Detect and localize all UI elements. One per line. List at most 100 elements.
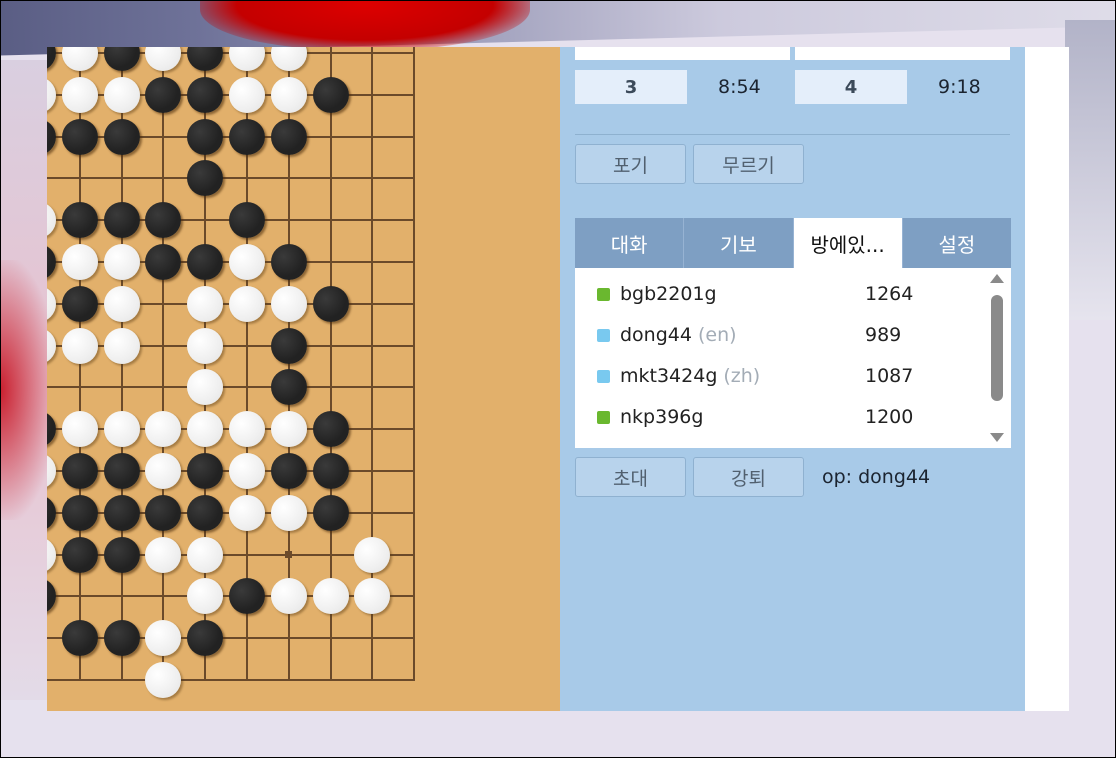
white-stone <box>312 578 349 615</box>
white-stone <box>229 453 265 489</box>
black-stone <box>270 118 307 155</box>
right-margin <box>1025 47 1069 711</box>
player2-clock: 9:18 <box>938 76 981 98</box>
black-stone <box>47 411 56 448</box>
tab-chat[interactable]: 대화 <box>575 218 685 268</box>
grid-line <box>47 637 416 640</box>
divider <box>575 134 1010 135</box>
white-stone <box>145 536 182 573</box>
black-stone <box>103 202 140 239</box>
white-stone <box>270 578 307 615</box>
white-stone <box>270 76 307 113</box>
black-stone <box>103 118 140 155</box>
black-stone <box>103 47 140 71</box>
white-stone <box>187 369 224 406</box>
scrollbar-thumb[interactable] <box>991 295 1003 401</box>
black-stone <box>103 536 140 573</box>
white-stone <box>270 47 307 71</box>
white-stone <box>47 76 56 113</box>
black-stone <box>229 118 265 155</box>
invite-button[interactable]: 초대 <box>575 457 686 497</box>
player2-captures: 4 <box>795 70 907 104</box>
white-stone <box>270 494 307 531</box>
black-stone <box>187 494 224 531</box>
white-stone <box>187 578 224 615</box>
white-stone <box>61 76 98 113</box>
white-stone <box>145 453 182 489</box>
black-stone <box>145 244 182 280</box>
user-rating: 1087 <box>865 365 914 387</box>
white-stone <box>47 285 56 322</box>
tab-settings[interactable]: 설정 <box>902 218 1011 268</box>
resign-button[interactable]: 포기 <box>575 144 686 184</box>
white-stone <box>47 536 56 573</box>
black-stone <box>270 244 307 280</box>
black-stone <box>47 118 56 155</box>
scroll-up-arrow-icon[interactable] <box>990 274 1004 283</box>
player1-name-box <box>575 47 790 60</box>
black-stone <box>312 494 349 531</box>
white-stone <box>145 620 182 657</box>
white-stone <box>61 411 98 448</box>
white-stone <box>187 411 224 448</box>
black-stone <box>145 202 182 239</box>
white-stone <box>229 494 265 531</box>
white-stone <box>145 662 182 698</box>
tab-game-record[interactable]: 기보 <box>684 218 794 268</box>
black-stone <box>61 453 98 489</box>
white-stone <box>229 244 265 280</box>
black-stone <box>187 47 224 71</box>
white-stone <box>103 244 140 280</box>
user-name: nkp396g <box>620 406 704 428</box>
grid-line <box>47 344 416 347</box>
grid-line <box>47 679 416 681</box>
black-stone <box>229 202 265 239</box>
user-name: dong44 <box>620 324 692 346</box>
white-stone <box>229 411 265 448</box>
grid-line <box>413 47 416 681</box>
user-language: (en) <box>697 324 737 346</box>
list-item[interactable]: bgb2201g <box>597 282 717 306</box>
user-rating: 1264 <box>865 283 914 305</box>
white-stone <box>145 47 182 71</box>
list-item[interactable]: dong44 (en) <box>597 323 737 347</box>
black-stone <box>187 620 224 657</box>
white-stone <box>103 285 140 322</box>
black-stone <box>47 494 56 531</box>
side-panel: 3 8:54 4 9:18 포기 무르기 대화 기보 방에있... 설정 bgb… <box>560 47 1025 711</box>
undo-button[interactable]: 무르기 <box>693 144 804 184</box>
white-stone <box>47 453 56 489</box>
white-stone <box>354 536 391 573</box>
white-stone <box>229 76 265 113</box>
grid-line <box>47 386 416 389</box>
black-stone <box>270 369 307 406</box>
black-stone <box>61 285 98 322</box>
black-stone <box>187 76 224 113</box>
list-item[interactable]: nkp396g <box>597 405 703 429</box>
status-dot <box>597 287 610 301</box>
white-stone <box>187 327 224 364</box>
status-dot <box>597 369 610 383</box>
list-item[interactable]: mkt3424g (zh) <box>597 364 760 388</box>
player2-name-box <box>795 47 1010 60</box>
white-stone <box>187 536 224 573</box>
player1-captures: 3 <box>575 70 687 104</box>
status-dot <box>597 410 610 424</box>
status-dot <box>597 328 610 342</box>
black-stone <box>312 76 349 113</box>
white-stone <box>270 411 307 448</box>
kick-button[interactable]: 강퇴 <box>693 457 804 497</box>
room-operator: op: dong44 <box>822 466 931 488</box>
go-board[interactable] <box>47 47 560 711</box>
black-stone <box>145 494 182 531</box>
user-language: (zh) <box>723 365 761 387</box>
white-stone <box>270 285 307 322</box>
black-stone <box>187 244 224 280</box>
black-stone <box>187 160 224 197</box>
black-stone <box>145 76 182 113</box>
tab-room-users[interactable]: 방에있... <box>793 218 903 268</box>
scroll-down-arrow-icon[interactable] <box>990 433 1004 442</box>
black-stone <box>61 620 98 657</box>
user-list[interactable]: bgb2201g 1264 dong44 (en) 989 mkt3424g (… <box>575 268 1011 448</box>
black-stone <box>61 118 98 155</box>
